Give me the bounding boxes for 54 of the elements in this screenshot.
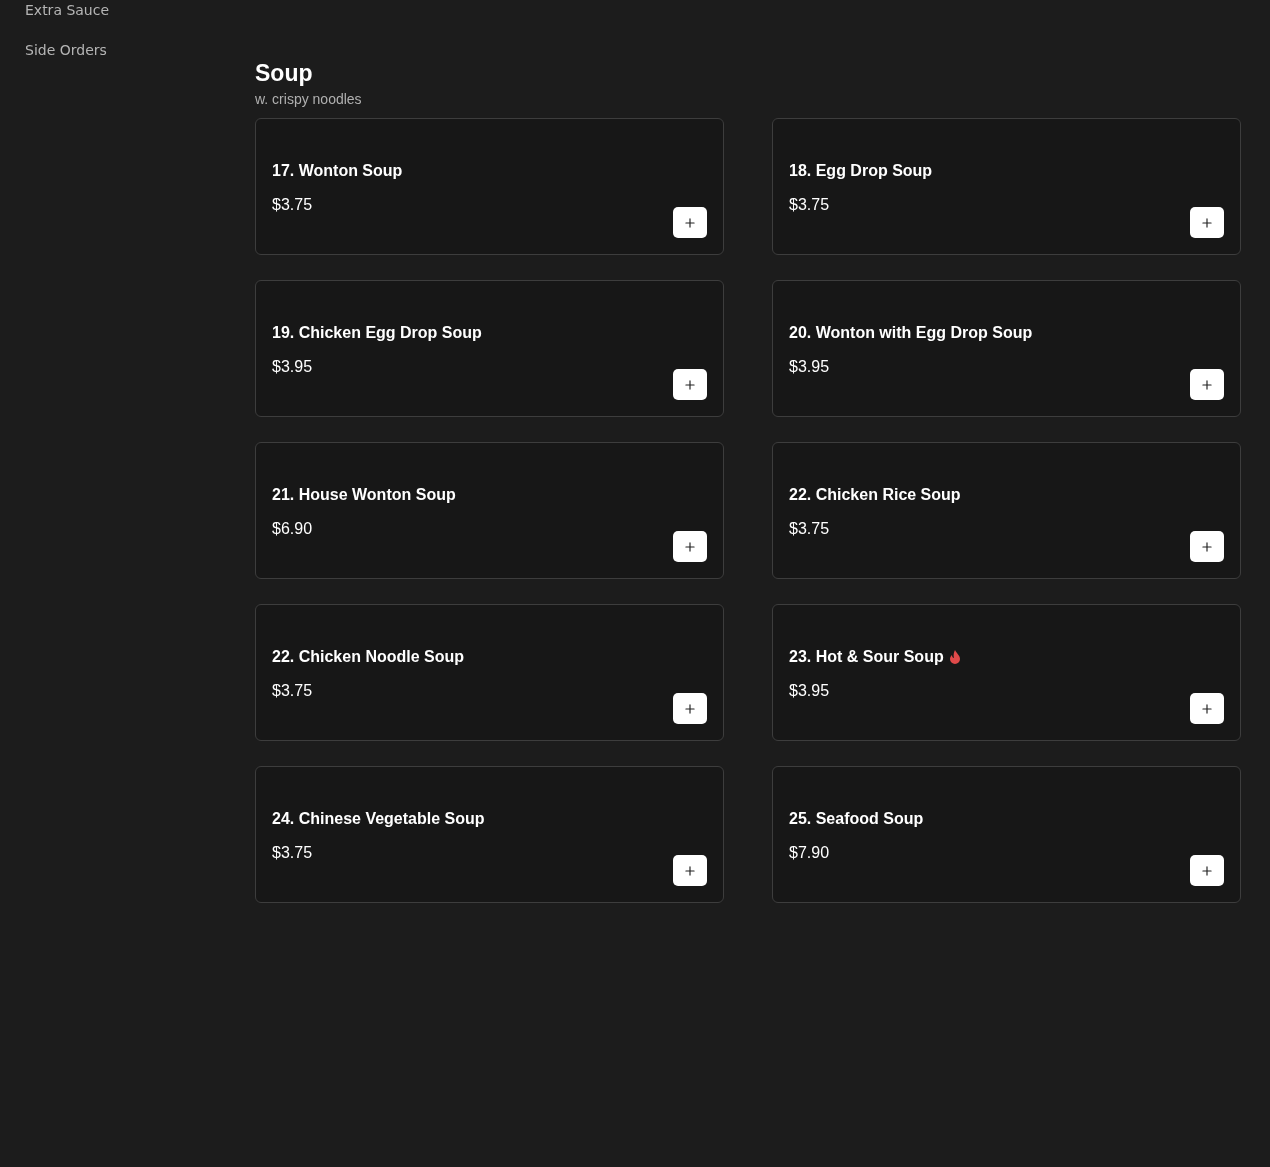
item-price: $6.90 — [272, 519, 314, 539]
plus-icon — [683, 539, 697, 554]
item-name: 25. Seafood Soup — [789, 809, 924, 829]
menu-item-card[interactable]: 19. Chicken Egg Drop Soup $3.95 — [255, 280, 724, 417]
menu-item-card[interactable]: 17. Wonton Soup $3.75 — [255, 118, 724, 255]
add-button[interactable] — [1190, 207, 1224, 238]
item-name: 22. Chicken Noodle Soup — [272, 647, 465, 667]
item-name: 19. Chicken Egg Drop Soup — [272, 323, 482, 343]
section-subtitle: w. crispy noodles — [255, 90, 363, 108]
item-price: $7.90 — [789, 843, 831, 863]
menu-item-card[interactable]: 18. Egg Drop Soup $3.75 — [772, 118, 1241, 255]
item-name: 21. House Wonton Soup — [272, 485, 456, 505]
menu-item-card[interactable]: 25. Seafood Soup $7.90 — [772, 766, 1241, 903]
item-price: $3.95 — [272, 357, 314, 377]
add-button[interactable] — [1190, 855, 1224, 886]
section-title: Soup — [255, 59, 314, 87]
sidebar-item[interactable]: Extra Sauce — [25, 1, 255, 19]
item-name: 20. Wonton with Egg Drop Soup — [789, 323, 1033, 343]
plus-icon — [683, 215, 697, 230]
add-button[interactable] — [673, 369, 707, 400]
plus-icon — [683, 863, 697, 878]
plus-icon — [1200, 539, 1214, 554]
menu-item-card[interactable]: 22. Chicken Rice Soup $3.75 — [772, 442, 1241, 579]
item-price: $3.95 — [789, 681, 831, 701]
item-price: $3.75 — [789, 519, 831, 539]
item-name: 23. Hot & Sour Soup — [789, 647, 944, 667]
item-name: 24. Chinese Vegetable Soup — [272, 809, 485, 829]
plus-icon — [1200, 377, 1214, 392]
item-price: $3.75 — [272, 195, 314, 215]
plus-icon — [683, 701, 697, 716]
item-price: $3.75 — [272, 681, 314, 701]
add-button[interactable] — [673, 531, 707, 562]
add-button[interactable] — [673, 693, 707, 724]
plus-icon — [1200, 701, 1214, 716]
item-name: 18. Egg Drop Soup — [789, 161, 933, 181]
item-name: 22. Chicken Rice Soup — [789, 485, 961, 505]
item-price: $3.95 — [789, 357, 831, 377]
menu-item-card[interactable]: 23. Hot & Sour Soup $3.95 — [772, 604, 1241, 741]
add-button[interactable] — [673, 855, 707, 886]
menu-item-card[interactable]: 22. Chicken Noodle Soup $3.75 — [255, 604, 724, 741]
sidebar-item[interactable]: Side Orders — [25, 41, 255, 59]
menu-item-card[interactable]: 21. House Wonton Soup $6.90 — [255, 442, 724, 579]
item-price: $3.75 — [272, 843, 314, 863]
plus-icon — [1200, 215, 1214, 230]
add-button[interactable] — [1190, 369, 1224, 400]
add-button[interactable] — [673, 207, 707, 238]
plus-icon — [683, 377, 697, 392]
plus-icon — [1200, 863, 1214, 878]
add-button[interactable] — [1190, 531, 1224, 562]
menu-item-card[interactable]: 20. Wonton with Egg Drop Soup $3.95 — [772, 280, 1241, 417]
item-name: 17. Wonton Soup — [272, 161, 403, 181]
menu-item-card[interactable]: 24. Chinese Vegetable Soup $3.75 — [255, 766, 724, 903]
item-price: $3.75 — [789, 195, 831, 215]
add-button[interactable] — [1190, 693, 1224, 724]
